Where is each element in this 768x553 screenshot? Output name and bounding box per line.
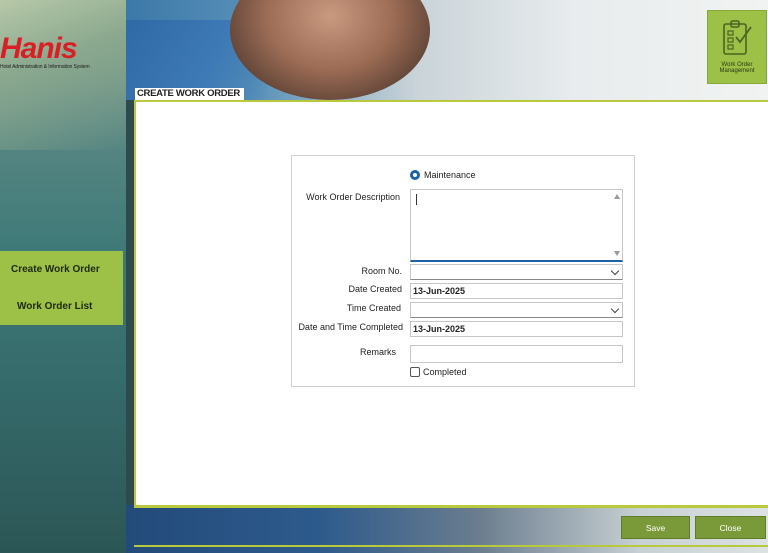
remarks-label: Remarks bbox=[359, 347, 396, 357]
maintenance-radio-option[interactable]: Maintenance bbox=[410, 170, 476, 180]
sidebar-item-label: Work Order List bbox=[17, 301, 93, 312]
clipboard-check-icon bbox=[723, 20, 752, 55]
date-time-completed-field[interactable]: 13-Jun-2025 bbox=[410, 321, 623, 337]
room-no-select[interactable] bbox=[410, 264, 623, 280]
page-title: CREATE WORK ORDER bbox=[135, 88, 244, 100]
chevron-down-icon bbox=[610, 304, 620, 314]
module-label: Work Order Management bbox=[719, 62, 755, 74]
sidebar-item-create-work-order[interactable]: Create Work Order bbox=[0, 251, 123, 288]
date-created-value: 13-Jun-2025 bbox=[413, 286, 466, 296]
date-time-completed-label: Date and Time Completed bbox=[298, 322, 403, 332]
save-button[interactable]: Save bbox=[621, 516, 690, 539]
description-textarea[interactable] bbox=[410, 189, 623, 262]
description-label: Work Order Description bbox=[306, 192, 400, 202]
logo-subtitle: Hotel Administration & Information Syste… bbox=[0, 64, 90, 70]
work-order-form: Maintenance Work Order Description Room … bbox=[291, 155, 635, 387]
date-created-label: Date Created bbox=[348, 284, 402, 294]
chevron-down-icon bbox=[610, 266, 620, 276]
save-button-label: Save bbox=[645, 522, 666, 533]
time-created-label: Time Created bbox=[346, 303, 401, 313]
completed-checkbox-label: Completed bbox=[423, 367, 467, 377]
maintenance-radio-label: Maintenance bbox=[424, 170, 476, 180]
maintenance-radio[interactable] bbox=[410, 170, 420, 180]
background-left-highlight bbox=[0, 0, 126, 150]
time-created-select[interactable] bbox=[410, 302, 623, 318]
remarks-input[interactable] bbox=[410, 345, 623, 363]
logo-wordmark: Hanis bbox=[0, 32, 78, 65]
sidebar-item-work-order-list[interactable]: Work Order List bbox=[0, 288, 123, 325]
footer-divider bbox=[134, 505, 768, 508]
scroll-up-icon[interactable] bbox=[614, 194, 620, 199]
close-button-label: Close bbox=[719, 522, 742, 533]
app-logo: Hanis Hotel Administration & Information… bbox=[0, 32, 126, 71]
module-badge[interactable]: Work Order Management bbox=[707, 10, 767, 84]
text-caret bbox=[416, 194, 417, 205]
date-created-field[interactable]: 13-Jun-2025 bbox=[410, 283, 623, 299]
room-no-label: Room No. bbox=[361, 266, 402, 276]
close-button[interactable]: Close bbox=[695, 516, 766, 539]
completed-checkbox-option[interactable]: Completed bbox=[410, 367, 467, 377]
scroll-down-icon[interactable] bbox=[614, 251, 620, 256]
date-time-completed-value: 13-Jun-2025 bbox=[413, 324, 466, 334]
completed-checkbox[interactable] bbox=[410, 367, 420, 377]
bottom-divider bbox=[134, 545, 768, 547]
sidebar-item-label: Create Work Order bbox=[11, 264, 100, 275]
